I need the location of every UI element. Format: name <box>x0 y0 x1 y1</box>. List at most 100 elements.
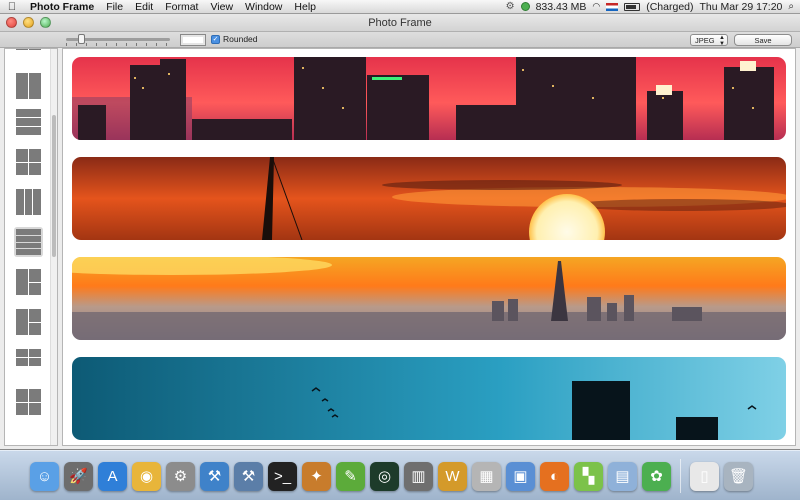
calculator-icon[interactable]: ▦ <box>472 461 501 491</box>
sidebar-scroll-thumb[interactable] <box>52 115 56 257</box>
layout-option-6[interactable] <box>14 227 43 257</box>
evernote-icon[interactable]: ✎ <box>336 461 365 491</box>
photo-birds-blue-sky[interactable] <box>72 357 786 440</box>
layout-cell <box>29 73 41 99</box>
status-dot-icon[interactable] <box>520 2 530 11</box>
layout-grid-icon <box>16 49 41 63</box>
layout-cell <box>29 49 41 50</box>
photo-frame-icon[interactable]: ▤ <box>608 461 637 491</box>
layout-cell <box>29 149 41 162</box>
layout-option-10[interactable] <box>14 387 43 417</box>
format-value: JPEG <box>695 36 715 45</box>
green-figure-icon[interactable]: ✿ <box>642 461 671 491</box>
layout-cell <box>29 358 41 366</box>
layout-sidebar <box>4 48 58 446</box>
apple-icon[interactable]:  <box>0 1 24 13</box>
menu-file[interactable]: File <box>100 1 129 13</box>
preview-icon[interactable]: ▣ <box>506 461 535 491</box>
spotlight-search-icon[interactable]: ⌕ <box>788 1 794 12</box>
status-tray: ⚙ 833.43 MB ◠ (Charged) Thu Mar 29 17:20… <box>506 1 800 13</box>
terminal-icon[interactable]: >_ <box>268 461 297 491</box>
slider-knob[interactable] <box>78 34 85 44</box>
layout-grid-icon <box>16 269 41 295</box>
window-title: Photo Frame <box>368 17 432 29</box>
finder-icon[interactable]: ☺ <box>30 461 59 491</box>
toolbar: ✓ Rounded JPEG ▲ ▼ Save <box>0 32 800 48</box>
layout-grid-icon <box>16 389 41 415</box>
layout-cell <box>29 349 41 357</box>
raygun-icon[interactable]: ✦ <box>302 461 331 491</box>
layout-cell <box>16 235 41 242</box>
system-preferences-icon[interactable]: ⚙ <box>166 461 195 491</box>
layout-cell <box>16 249 41 255</box>
paris-skyline-image <box>72 257 786 340</box>
layout-cell <box>16 229 41 235</box>
menu-help[interactable]: Help <box>288 1 322 13</box>
save-button[interactable]: Save <box>734 34 792 46</box>
sidebar-scrollbar[interactable] <box>50 49 57 445</box>
layout-cell <box>29 322 41 335</box>
layout-cell <box>16 127 41 135</box>
launchpad-icon[interactable]: 🚀 <box>64 461 93 491</box>
layout-cell <box>16 242 41 249</box>
layout-option-4[interactable] <box>14 147 43 177</box>
layout-cell <box>16 149 28 162</box>
checkbox-checked-icon[interactable]: ✓ <box>211 34 220 44</box>
layout-option-1[interactable] <box>14 49 43 65</box>
layout-cell <box>33 189 41 215</box>
layout-option-7[interactable] <box>14 267 43 297</box>
gear-icon[interactable]: ⚙ <box>506 1 515 12</box>
clock[interactable]: Thu Mar 29 17:20 <box>700 1 783 13</box>
photo-paris-skyline[interactable] <box>72 257 786 340</box>
menu-window[interactable]: Window <box>239 1 288 13</box>
layout-cell <box>16 162 28 175</box>
window-controls <box>6 17 51 28</box>
format-select[interactable]: JPEG ▲ ▼ <box>690 34 728 47</box>
layout-cell <box>16 49 28 50</box>
layout-cell <box>16 73 28 99</box>
layout-cell <box>16 189 24 215</box>
photo-sunset-sailboat[interactable] <box>72 157 786 240</box>
us-flag-icon[interactable] <box>606 2 619 11</box>
instruments-icon[interactable]: ⚒ <box>234 461 263 491</box>
firefox-icon[interactable]: ◐ <box>540 461 569 491</box>
menu-format[interactable]: Format <box>159 1 204 13</box>
minimize-button[interactable] <box>23 17 34 28</box>
layout-option-5[interactable] <box>14 187 43 217</box>
trash-icon[interactable]: 🗑 <box>724 461 753 491</box>
xcode-icon[interactable]: ⚒ <box>200 461 229 491</box>
layout-cell <box>29 162 41 175</box>
layout-cell <box>16 309 28 335</box>
dock-shelf: ☺ 🚀 A ◉ ⚙ ⚒ ⚒ >_ ✦ ✎ ◎ ▥ W ▦ ▣ ◐ ▚ ▤ ✿ ▯ 🗑 <box>30 455 792 497</box>
wifi-icon[interactable]: ◠ <box>592 1 600 12</box>
layout-grid-icon <box>16 309 41 335</box>
memory-readout[interactable]: 833.43 MB <box>536 1 587 13</box>
rounded-checkbox[interactable]: ✓ Rounded <box>211 34 258 44</box>
palette-icon[interactable]: ▚ <box>574 461 603 491</box>
document-icon[interactable]: ▯ <box>690 461 719 491</box>
menu-edit[interactable]: Edit <box>129 1 159 13</box>
layout-option-9[interactable] <box>14 347 43 377</box>
close-button[interactable] <box>6 17 17 28</box>
layout-cell <box>16 349 28 357</box>
battery-icon[interactable] <box>624 2 641 11</box>
activity-monitor-icon[interactable]: ▥ <box>404 461 433 491</box>
layout-option-2[interactable] <box>14 71 43 101</box>
rounded-label: Rounded <box>223 34 258 44</box>
layout-cell <box>16 358 28 366</box>
layout-cell <box>16 109 41 117</box>
border-color-well[interactable] <box>180 34 206 46</box>
layout-option-3[interactable] <box>14 107 43 137</box>
menu-app-name[interactable]: Photo Frame <box>24 1 100 13</box>
grapher-icon[interactable]: ◎ <box>370 461 399 491</box>
zoom-button[interactable] <box>40 17 51 28</box>
battery-status[interactable]: (Charged) <box>646 1 693 13</box>
app-store-icon[interactable]: A <box>98 461 127 491</box>
chrome-icon[interactable]: ◉ <box>132 461 161 491</box>
photo-city-skyline-sunset[interactable] <box>72 57 786 140</box>
textwrangler-icon[interactable]: W <box>438 461 467 491</box>
layout-grid-icon <box>16 149 41 175</box>
menu-view[interactable]: View <box>204 1 239 13</box>
border-width-slider[interactable] <box>66 34 170 46</box>
layout-option-8[interactable] <box>14 307 43 337</box>
